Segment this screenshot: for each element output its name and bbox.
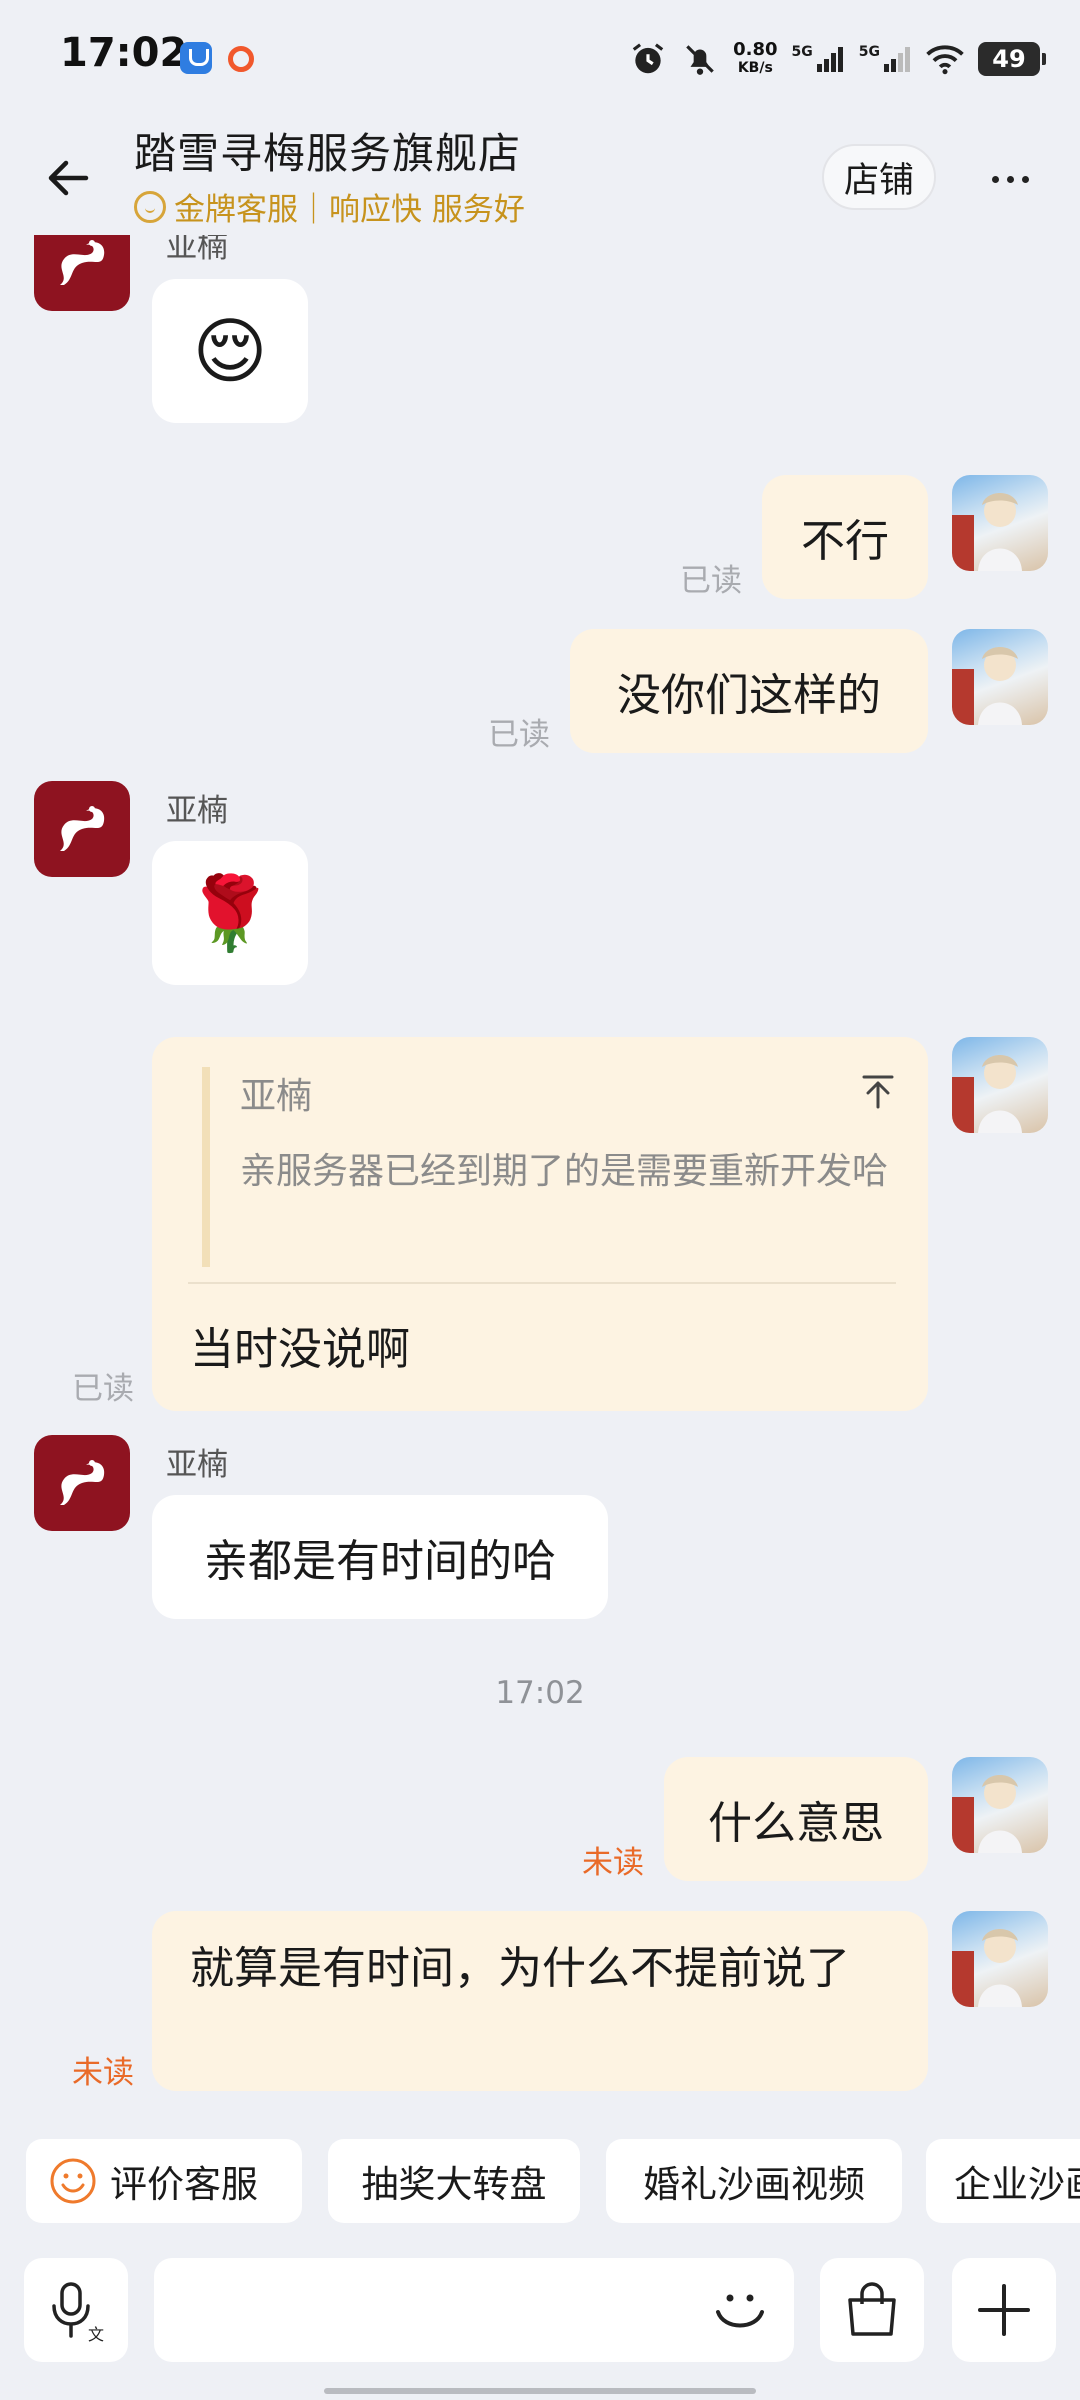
rate-service-label: 评价客服 <box>110 2163 258 2206</box>
user-figure-icon <box>952 1055 1022 1133</box>
status-bar: 17:02 0.80 KB/s 5G 5G 49 <box>0 0 1080 120</box>
read-status: 已读 <box>680 563 742 599</box>
jump-to-top-icon[interactable] <box>858 1071 898 1111</box>
sender-name: 亚楠 <box>166 793 228 829</box>
time-separator: 17:02 <box>495 1675 585 1711</box>
message-bubble-outgoing[interactable]: 没你们这样的 <box>570 629 928 753</box>
signal-2: 5G <box>859 44 912 74</box>
message-bubble-outgoing[interactable]: 什么意思 <box>664 1757 928 1881</box>
network-speed-value: 0.80 <box>733 39 778 60</box>
quick-actions-bar[interactable]: 评价客服 抽奖大转盘 婚礼沙画视频 企业沙画 <box>0 2135 1080 2235</box>
user-avatar[interactable] <box>952 475 1048 571</box>
smile-badge-icon <box>134 190 166 223</box>
user-avatar[interactable] <box>952 1757 1048 1853</box>
shop-avatar[interactable] <box>34 781 130 877</box>
enterprise-button[interactable]: 企业沙画 <box>926 2139 1080 2223</box>
user-figure-icon <box>952 647 1022 725</box>
emoji-icon[interactable] <box>710 2280 770 2340</box>
dragon-logo-icon <box>60 1460 105 1505</box>
quoted-reply-bubble[interactable]: 亚楠 亲服务器已经到期了的是需要重新开发哈 当时没说啊 <box>152 1037 928 1411</box>
dragon-logo-icon <box>60 240 105 285</box>
alarm-icon <box>632 43 664 74</box>
message-bubble-incoming[interactable]: 😌 <box>152 279 308 423</box>
signal-bars-icon <box>816 47 843 72</box>
shop-avatar[interactable] <box>34 235 130 311</box>
message-text: 当时没说啊 <box>190 1324 410 1375</box>
sim2-label: 5G <box>858 44 880 60</box>
record-notification-icon <box>228 46 254 72</box>
chat-area[interactable]: 亚楠 😌 不行 已读 没你们这样的 已读 亚楠 🌹 亚楠 亲服务器已经到期了的是… <box>0 235 1080 2120</box>
network-speed: 0.80 KB/s <box>733 41 777 77</box>
wifi-icon <box>926 45 964 75</box>
shop-button[interactable]: 店铺 <box>822 144 936 210</box>
dragon-logo-icon <box>60 806 105 851</box>
quoted-sender: 亚楠 <box>240 1076 313 1117</box>
user-avatar[interactable] <box>952 1911 1048 2007</box>
svg-text:文: 文 <box>88 2325 104 2342</box>
plus-button[interactable] <box>952 2258 1056 2362</box>
shop-avatar[interactable] <box>34 1435 130 1531</box>
user-avatar[interactable] <box>952 629 1048 725</box>
divider <box>188 1282 896 1284</box>
message-bubble-incoming[interactable]: 亲都是有时间的哈 <box>152 1495 608 1619</box>
network-speed-unit: KB/s <box>737 60 773 76</box>
signal-bars-icon <box>884 47 910 72</box>
service-badge: 金牌客服｜响应快 服务好 <box>134 184 525 229</box>
voice-input-button[interactable]: 文 <box>24 2258 128 2362</box>
status-icons: 0.80 KB/s 5G 5G 49 <box>629 34 1046 84</box>
wedding-video-button[interactable]: 婚礼沙画视频 <box>606 2139 902 2223</box>
unread-status: 未读 <box>72 2055 134 2091</box>
status-time: 17:02 <box>60 30 188 76</box>
user-figure-icon <box>952 493 1022 571</box>
user-figure-icon <box>952 1929 1022 2007</box>
shopping-bag-button[interactable] <box>820 2258 924 2362</box>
quoted-message[interactable]: 亚楠 亲服务器已经到期了的是需要重新开发哈 <box>202 1067 902 1267</box>
rate-service-button[interactable]: 评价客服 <box>26 2139 302 2223</box>
shop-title: 踏雪寻梅服务旗舰店 <box>134 129 522 178</box>
user-avatar[interactable] <box>952 1037 1048 1133</box>
user-figure-icon <box>952 1775 1022 1853</box>
more-options-icon[interactable] <box>980 154 1040 204</box>
plus-icon <box>978 2284 1030 2336</box>
message-bubble-outgoing[interactable]: 就算是有时间，为什么不提前说了 <box>152 1911 928 2091</box>
battery-indicator: 49 <box>978 42 1046 76</box>
shopping-bag-icon <box>848 2282 896 2336</box>
mute-bell-icon <box>686 45 714 75</box>
unread-status: 未读 <box>582 1845 644 1881</box>
service-badge-text: 金牌客服｜响应快 服务好 <box>174 192 525 228</box>
input-bar: 文 <box>0 2252 1080 2362</box>
message-bubble-incoming[interactable]: 🌹 <box>152 841 308 985</box>
chat-header: 踏雪寻梅服务旗舰店 金牌客服｜响应快 服务好 店铺 <box>0 120 1080 235</box>
sender-name: 亚楠 <box>166 235 228 265</box>
microphone-icon: 文 <box>52 2282 104 2342</box>
read-status: 已读 <box>488 717 550 753</box>
home-indicator[interactable] <box>324 2388 756 2394</box>
smile-icon <box>50 2158 96 2204</box>
quoted-text: 亲服务器已经到期了的是需要重新开发哈 <box>240 1151 889 1192</box>
sim1-label: 5G <box>791 44 813 60</box>
read-status: 已读 <box>72 1371 134 1407</box>
message-input[interactable] <box>154 2258 794 2362</box>
message-bubble-outgoing[interactable]: 不行 <box>762 475 928 599</box>
lottery-button[interactable]: 抽奖大转盘 <box>328 2139 580 2223</box>
signal-1: 5G <box>792 44 845 74</box>
sender-name: 亚楠 <box>166 1447 228 1483</box>
app-notification-icon <box>180 42 212 74</box>
back-arrow-icon[interactable] <box>40 150 96 206</box>
